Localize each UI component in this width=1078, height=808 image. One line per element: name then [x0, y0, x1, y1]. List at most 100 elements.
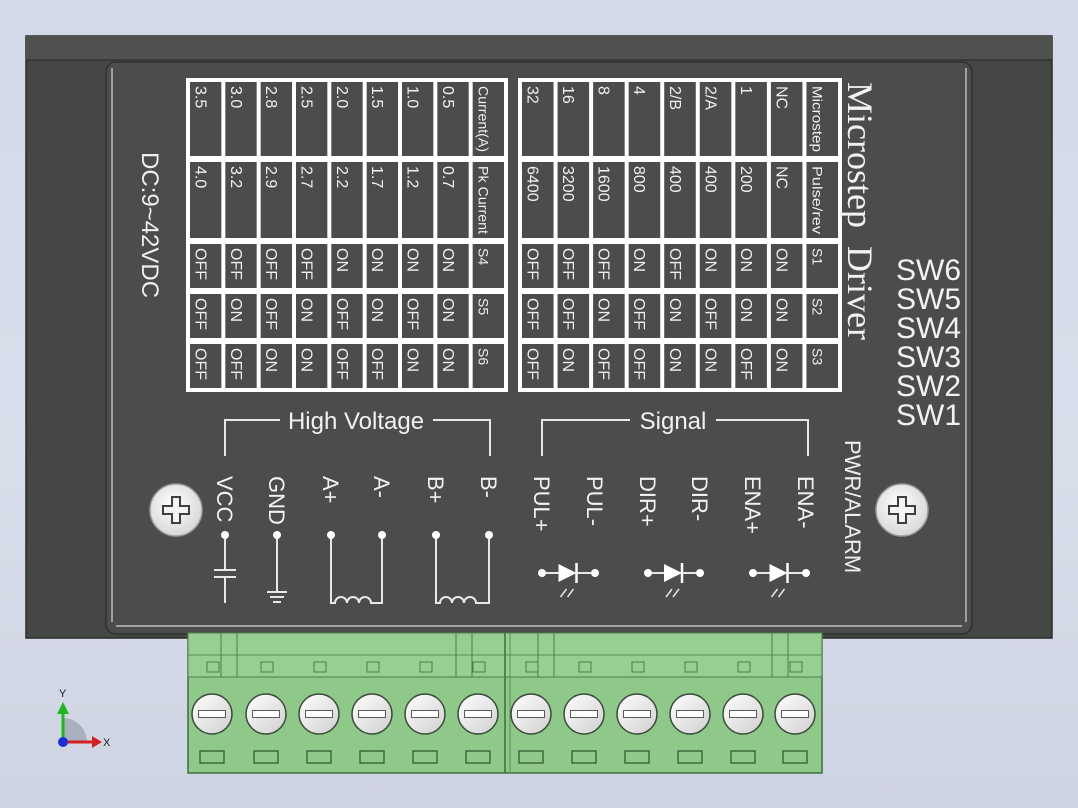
current_table-cell-text: 2.8 — [262, 86, 279, 108]
current_table-cell-text: 3.2 — [227, 166, 244, 188]
microstep_table-cell-text: 1600 — [595, 166, 612, 202]
current_table-cell-text: OFF — [262, 248, 279, 280]
microstep_table-cell-text: 32 — [524, 86, 541, 104]
microstep_table-header-text: Microstep — [810, 86, 826, 152]
brand-title: Microstep Driver — [840, 82, 880, 340]
brand-line-1: Microstep — [840, 82, 880, 228]
brand-line-2: Driver — [840, 246, 880, 340]
microstep_table-cell-text: 2/A — [701, 86, 718, 110]
microstep_table-cell-text: OFF — [524, 348, 541, 380]
current_table-cell-text: OFF — [191, 348, 208, 380]
power-rating-label: DC:9~42VDC — [136, 152, 163, 298]
terminal-label-8: DIR+ — [635, 476, 660, 527]
current_table-cell-text: 3.0 — [227, 86, 244, 108]
microstep_table-cell-text: ON — [666, 298, 683, 322]
terminal-label-3: A- — [369, 476, 394, 498]
current-table: Current(A) Pk Current S4 S5 S6 0.5 0.7 ON ON ON 1.… — [186, 78, 508, 392]
terminal-label-7: PUL- — [582, 476, 607, 526]
terminal-screw-icon[interactable] — [191, 693, 233, 735]
terminal-block-connector — [187, 632, 823, 774]
current_table-cell-text: 3.5 — [191, 86, 208, 108]
current_table-cell-text: 4.0 — [191, 166, 208, 188]
mounting-screw-right-icon — [875, 483, 929, 537]
microstep_table-cell-text: OFF — [630, 348, 647, 380]
microstep_table-header-text: S1 — [810, 248, 826, 265]
microstep_table-cell-text: OFF — [524, 298, 541, 330]
microstep_table-cell-text: OFF — [595, 348, 612, 380]
current_table-cell-text: OFF — [191, 298, 208, 330]
microstep_table-cell-text: OFF — [595, 248, 612, 280]
microstep_table-cell-text: ON — [701, 248, 718, 272]
terminal-screw-icon[interactable] — [298, 693, 340, 735]
current_table-cell-text: ON — [297, 298, 314, 322]
microstep_table-cell-text: 400 — [701, 166, 718, 193]
current_table-header-text: Current(A) — [476, 86, 492, 152]
terminal-screw-icon[interactable] — [404, 693, 446, 735]
current_table-cell-text: 2.0 — [333, 86, 350, 108]
microstep_table-cell-text: 6400 — [524, 166, 541, 202]
current_table-cell-text: ON — [403, 348, 420, 372]
terminal-label-6: PUL+ — [529, 476, 554, 532]
current_table-header-text: Pk Current — [476, 166, 492, 234]
microstep_table-cell-text: ON — [772, 248, 789, 272]
terminal-label-11: ENA- — [793, 476, 818, 529]
pwr-alarm-label: PWR/ALARM — [840, 440, 865, 573]
current_table-cell-text: ON — [403, 248, 420, 272]
current_table-cell-text: ON — [439, 348, 456, 372]
terminal-label-2: A+ — [318, 476, 343, 504]
current_table-header-text: S6 — [476, 348, 492, 365]
current_table-cell-text: OFF — [191, 248, 208, 280]
stepper-driver-diagram: Current(A) Pk Current S4 S5 S6 0.5 0.7 ON ON ON 1.… — [25, 35, 1053, 774]
terminal-screw-icon[interactable] — [616, 693, 658, 735]
terminal-label-9: DIR- — [687, 476, 712, 521]
terminal-label-4: B+ — [423, 476, 448, 504]
microstep_table-cell-text: OFF — [524, 248, 541, 280]
terminal-label-0: VCC — [212, 476, 237, 523]
microstep_table-cell-text: 400 — [666, 166, 683, 193]
microstep_table-cell-text: ON — [737, 298, 754, 322]
current_table-cell-text: 1.0 — [403, 86, 420, 108]
microstep_table-cell-text: 1 — [737, 86, 754, 95]
current_table-cell-text: 2.7 — [297, 166, 314, 188]
microstep_table-cell-text: 800 — [630, 166, 647, 193]
microstep_table-cell-text: NC — [772, 86, 789, 109]
microstep_table-cell-text: 2/B — [666, 86, 683, 110]
terminal-label-5: B- — [476, 476, 501, 498]
terminal-screw-icon[interactable] — [774, 693, 816, 735]
microstep_table-header-text: S3 — [810, 348, 826, 365]
current_table-cell-text: OFF — [262, 298, 279, 330]
microstep_table-cell-text: 8 — [595, 86, 612, 95]
microstep_table-cell-text: ON — [772, 298, 789, 322]
axis-y-label: Y — [59, 688, 67, 700]
microstep_table-cell-text: OFF — [559, 248, 576, 280]
sw-label-sw1: SW1 — [896, 399, 961, 432]
microstep_table-cell-text: ON — [666, 348, 683, 372]
current_table-cell-text: 1.2 — [403, 166, 420, 188]
microstep_table-cell-text: ON — [701, 348, 718, 372]
current_table-cell-text: OFF — [333, 298, 350, 330]
current_table-cell-text: ON — [297, 348, 314, 372]
terminal-screw-icon[interactable] — [722, 693, 764, 735]
terminal-screw-icon[interactable] — [457, 693, 499, 735]
terminal-screw-icon[interactable] — [351, 693, 393, 735]
terminal-screw-icon[interactable] — [510, 693, 552, 735]
microstep_table-cell-text: ON — [737, 248, 754, 272]
microstep_table-cell-text: OFF — [701, 298, 718, 330]
microstep_table-cell-text: ON — [630, 248, 647, 272]
current_table-cell-text: 1.5 — [368, 86, 385, 108]
microstep_table-cell-text: NC — [772, 166, 789, 189]
microstep_table-header-text: S2 — [810, 298, 826, 315]
terminal-screw-icon[interactable] — [563, 693, 605, 735]
current_table-cell-text: OFF — [227, 248, 244, 280]
current_table-cell-text: 2.2 — [333, 166, 350, 188]
terminal-screw-icon[interactable] — [669, 693, 711, 735]
microstep_table-cell-text: ON — [772, 348, 789, 372]
current_table-cell-text: OFF — [368, 348, 385, 380]
microstep_table-cell-text: OFF — [737, 348, 754, 380]
terminal-label-10: ENA+ — [740, 476, 765, 534]
signal-label: Signal — [640, 408, 707, 435]
current_table-cell-text: OFF — [227, 348, 244, 380]
axis-triad-icon: Y X — [57, 688, 111, 749]
current_table-cell-text: ON — [333, 248, 350, 272]
terminal-screw-icon[interactable] — [245, 693, 287, 735]
